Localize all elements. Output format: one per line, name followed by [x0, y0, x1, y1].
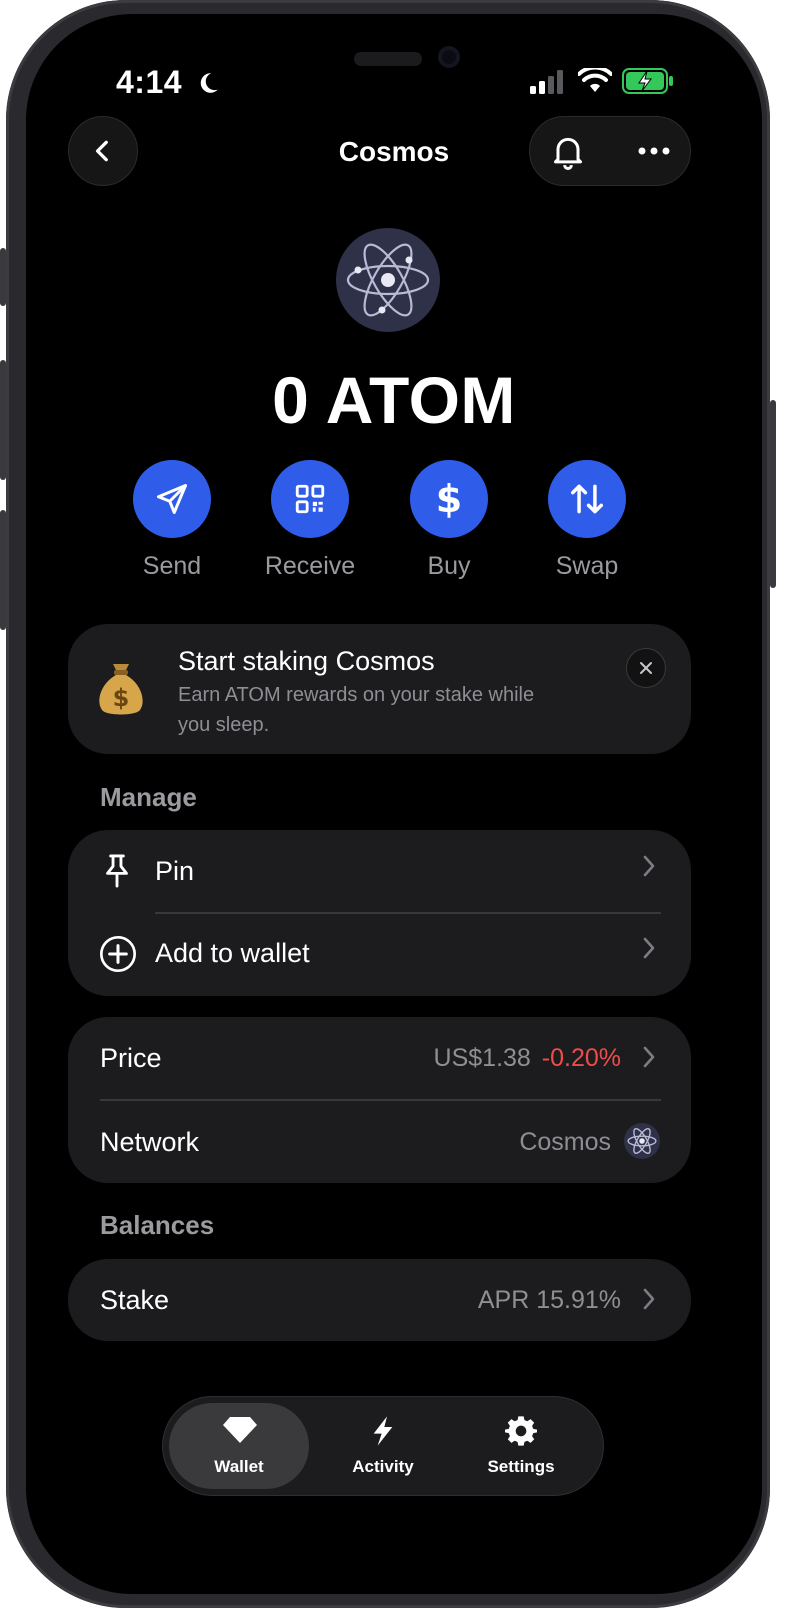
- more-button[interactable]: [634, 131, 674, 171]
- add-to-wallet-row[interactable]: Add to wallet: [68, 914, 691, 996]
- volume-up-button: [0, 360, 6, 480]
- price-value: US$1.38: [433, 1044, 531, 1072]
- dismiss-banner-button[interactable]: [626, 648, 666, 688]
- pin-label: Pin: [155, 856, 195, 886]
- moon-icon: [201, 73, 219, 93]
- add-to-wallet-label: Add to wallet: [155, 938, 310, 968]
- price-label: Price: [100, 1043, 162, 1073]
- gem-icon: [223, 1417, 257, 1443]
- price-value-group: US$1.38 -0.20%: [434, 1044, 621, 1073]
- chevron-right-icon: [642, 1043, 656, 1077]
- chevron-right-icon: [642, 852, 656, 886]
- notifications-button[interactable]: [548, 131, 588, 171]
- status-time: 4:14: [116, 64, 221, 101]
- money-bag-icon: $: [96, 656, 146, 731]
- stake-apr: APR 15.91%: [477, 1286, 621, 1314]
- plus-circle-icon: [100, 936, 136, 972]
- tab-activity[interactable]: Activity: [313, 1397, 453, 1495]
- chevron-right-icon: [642, 1285, 656, 1319]
- volume-down-button: [0, 510, 6, 630]
- pin-row[interactable]: Pin: [68, 830, 691, 912]
- tab-wallet[interactable]: Wallet: [169, 1403, 309, 1489]
- swap-button[interactable]: Swap: [532, 460, 642, 581]
- chevron-right-icon: [642, 934, 656, 968]
- dollar-icon: $: [435, 477, 463, 521]
- asset-balance: 0 ATOM: [272, 363, 516, 437]
- manage-card: Pin Add to wallet: [68, 830, 691, 996]
- power-button: [770, 400, 776, 588]
- info-card: Price US$1.38 -0.20% Network Cosmos: [68, 1017, 691, 1183]
- receive-button[interactable]: Receive: [255, 460, 365, 581]
- send-button[interactable]: Send: [117, 460, 227, 581]
- tab-wallet-label: Wallet: [214, 1457, 264, 1476]
- send-icon: [157, 484, 187, 514]
- qr-code-icon: [295, 484, 325, 514]
- banner-subtitle-line2: you sleep.: [178, 714, 270, 736]
- battery-icon: [622, 68, 674, 99]
- stake-row[interactable]: Stake APR 15.91%: [68, 1259, 691, 1341]
- price-change: -0.20%: [541, 1044, 621, 1072]
- phone-frame: 4:14 Cosmos 0 ATOM Send Receive $ Buy Sw…: [0, 0, 776, 1608]
- cosmos-logo: [336, 228, 440, 332]
- banner-subtitle: Earn ATOM rewards on your stake while yo…: [178, 680, 534, 740]
- manage-section-label: Manage: [100, 782, 197, 812]
- banner-title: Start staking Cosmos: [178, 646, 435, 676]
- tab-settings[interactable]: Settings: [451, 1397, 591, 1495]
- send-label: Send: [142, 552, 202, 580]
- price-row[interactable]: Price US$1.38 -0.20%: [68, 1017, 691, 1099]
- pin-icon: [106, 854, 128, 888]
- network-label: Network: [100, 1127, 200, 1157]
- swap-arrows-icon: [571, 484, 603, 514]
- staking-banner[interactable]: $ Start staking Cosmos Earn ATOM rewards…: [68, 624, 691, 754]
- buy-button[interactable]: $ Buy: [394, 460, 504, 581]
- svg-text:$: $: [113, 684, 130, 712]
- front-camera: [438, 46, 460, 68]
- speaker-grille: [354, 52, 422, 66]
- network-row: Network Cosmos: [68, 1101, 691, 1183]
- buy-label: Buy: [427, 552, 471, 580]
- balances-section-label: Balances: [100, 1210, 215, 1240]
- cosmos-network-icon: [624, 1123, 660, 1159]
- silent-switch: [0, 248, 6, 306]
- tab-bar: Wallet Activity Settings: [162, 1396, 604, 1496]
- swap-label: Swap: [555, 552, 619, 580]
- gear-icon: [505, 1416, 537, 1446]
- signal-icon: [530, 70, 566, 99]
- wifi-icon: [577, 65, 613, 99]
- tab-settings-label: Settings: [487, 1457, 555, 1476]
- network-value: Cosmos: [519, 1128, 611, 1156]
- screen: 4:14 Cosmos 0 ATOM Send Receive $ Buy Sw…: [26, 14, 762, 1594]
- header-actions: [529, 116, 691, 186]
- bell-icon: [554, 137, 582, 170]
- receive-label: Receive: [264, 552, 356, 580]
- banner-subtitle-line1: Earn ATOM rewards on your stake while: [178, 684, 535, 706]
- lightning-icon: [373, 1416, 393, 1446]
- tab-activity-label: Activity: [352, 1457, 414, 1476]
- stake-label: Stake: [100, 1285, 170, 1315]
- ellipsis-icon: [638, 147, 670, 155]
- close-icon: [640, 662, 652, 674]
